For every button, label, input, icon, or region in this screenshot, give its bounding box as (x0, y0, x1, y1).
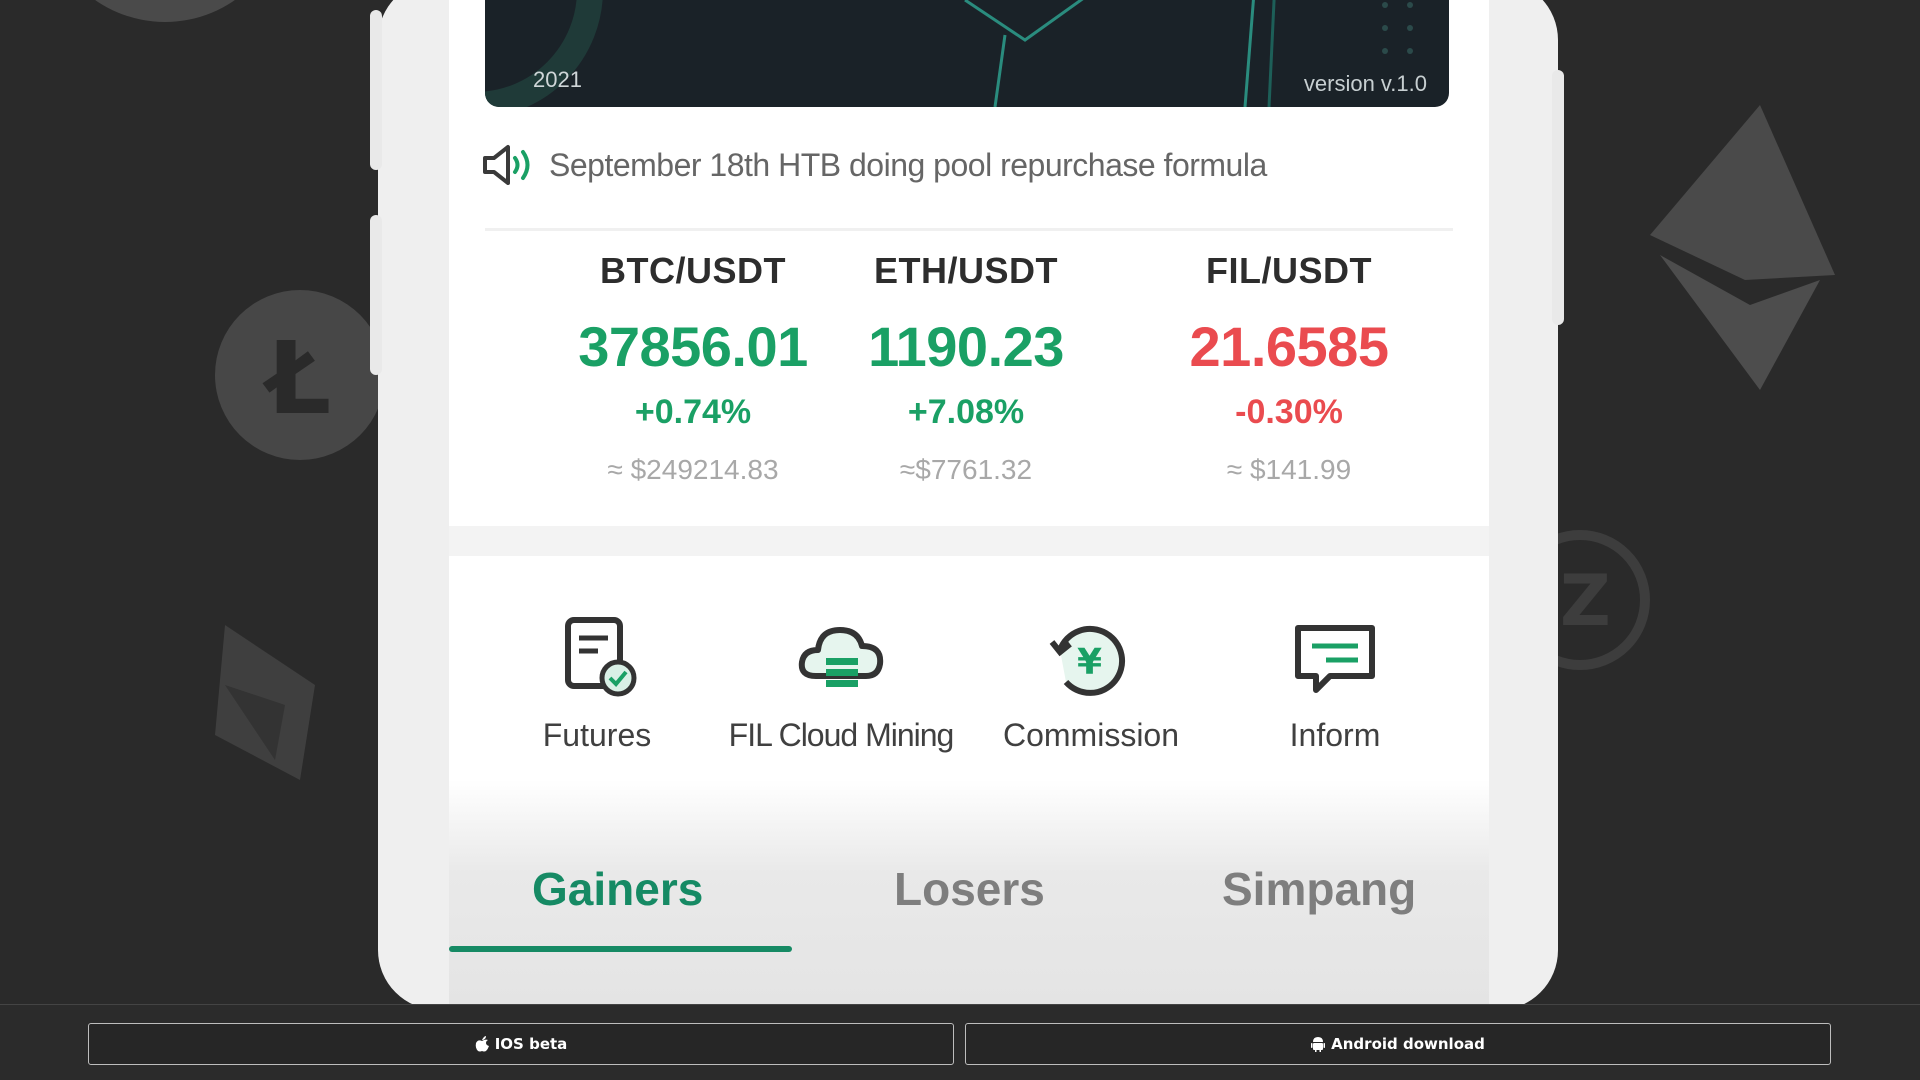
svg-text:Z: Z (1560, 560, 1611, 642)
message-icon (1295, 625, 1375, 693)
ticker-pair: ETH/USDT (874, 250, 1058, 291)
ticker-pair: BTC/USDT (600, 250, 786, 291)
nav-commission[interactable]: ¥ Commission (971, 614, 1211, 754)
nav-label: Futures (542, 717, 652, 753)
ios-beta-button[interactable]: IOS beta (88, 1023, 954, 1065)
litecoin-icon: Ł (215, 290, 385, 460)
nav-futures[interactable]: Futures (477, 614, 717, 754)
banner-year: 2021 (533, 67, 582, 92)
ios-beta-label: IOS beta (494, 1035, 568, 1053)
nav-label: FIL Cloud Mining (728, 717, 955, 753)
ticker-change: +7.08% (907, 393, 1025, 431)
ethereum-icon-small (215, 625, 315, 780)
tab-losers[interactable]: Losers (894, 862, 1045, 916)
android-download-button[interactable]: Android download (965, 1023, 1831, 1065)
ticker-eth[interactable]: ETH/USDT 1190.23 +7.08% ≈$7761.32 (806, 250, 1126, 486)
ticker-pair: FIL/USDT (1206, 250, 1372, 291)
banner-version: version v.1.0 (1303, 71, 1427, 96)
tab-simpang[interactable]: Simpang (1222, 862, 1416, 916)
svg-text:¥: ¥ (1077, 642, 1102, 683)
cloud-server-icon (798, 627, 884, 687)
ticker-usd-value: ≈$7761.32 (899, 454, 1033, 485)
promo-banner[interactable]: 2021 version v.1.0 (485, 0, 1449, 107)
announcement-bar[interactable]: September 18th HTB doing pool repurchase… (481, 140, 1267, 190)
ticker-btc[interactable]: BTC/USDT 37856.01 +0.74% ≈ $249214.83 (533, 250, 853, 486)
ticker-change: +0.74% (634, 393, 752, 431)
ticker-usd-value: ≈ $249214.83 (607, 454, 779, 485)
android-download-label: Android download (1331, 1035, 1485, 1053)
section-separator (449, 526, 1489, 556)
nav-label: Commission (1002, 717, 1180, 753)
ticker-usd-value: ≈ $141.99 (1226, 454, 1352, 485)
announcement-text: September 18th HTB doing pool repurchase… (549, 146, 1267, 183)
nav-fil-cloud-mining[interactable]: FIL Cloud Mining (721, 614, 961, 754)
speaker-icon (483, 145, 530, 185)
bitcoin-icon: ₿ (95, 0, 235, 22)
ticker-change: -0.30% (1235, 393, 1343, 431)
divider (485, 228, 1453, 231)
ticker-price: 1190.23 (868, 315, 1064, 378)
ticker-price: 37856.01 (578, 315, 808, 378)
download-bar: IOS beta Android download (0, 1004, 1920, 1080)
yuan-refresh-icon: ¥ (1049, 625, 1126, 696)
nav-label: Inform (1289, 717, 1381, 753)
phone-side-button (370, 215, 382, 375)
tab-gainers[interactable]: Gainers (532, 862, 703, 916)
ticker-fil[interactable]: FIL/USDT 21.6585 -0.30% ≈ $141.99 (1129, 250, 1449, 486)
nav-inform[interactable]: Inform (1215, 614, 1455, 754)
document-check-icon (565, 617, 637, 697)
apple-icon (475, 1036, 489, 1052)
svg-text:Ł: Ł (262, 320, 331, 437)
app-screen: 2021 version v.1.0 September 18th HTB do… (449, 0, 1489, 1004)
android-icon (1311, 1037, 1326, 1052)
ethereum-icon (1650, 105, 1835, 390)
phone-side-button (1552, 70, 1564, 325)
ticker-price: 21.6585 (1189, 315, 1389, 378)
active-tab-indicator (449, 946, 792, 952)
phone-side-button (370, 10, 382, 170)
